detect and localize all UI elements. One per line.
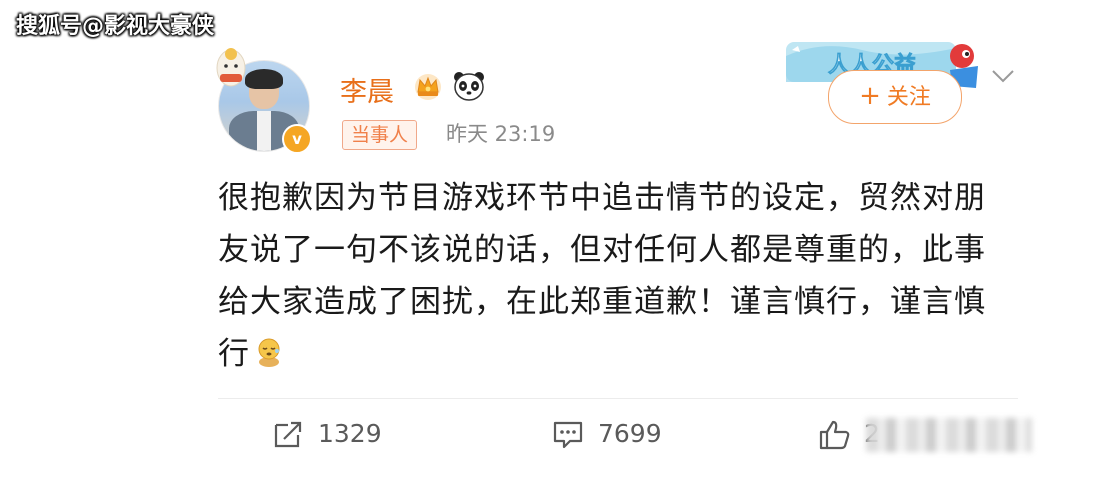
- follow-button[interactable]: + 关注: [828, 70, 962, 124]
- comment-count: 7699: [598, 419, 662, 448]
- share-count: 1329: [318, 419, 382, 448]
- post-body: 很抱歉因为节目游戏环节中追击情节的设定，贸然对朋友说了一句不该说的话，但对任何人…: [218, 180, 986, 372]
- verified-icon: v: [282, 124, 312, 154]
- weibo-post-card: 搜狐号@影视大豪侠 v 李晨 当事人 昨天 23:19 人人公益 + 关注 很抱…: [0, 0, 1108, 480]
- post-text: 很抱歉因为节目游戏环节中追击情节的设定，贸然对朋友说了一句不该说的话，但对任何人…: [218, 172, 1008, 380]
- watermark: 搜狐号@影视大豪侠: [16, 14, 215, 39]
- plus-icon: +: [859, 81, 881, 111]
- comment-icon: [553, 421, 583, 449]
- panda-icon: [454, 72, 484, 101]
- username[interactable]: 李晨: [340, 70, 394, 109]
- avatar[interactable]: v: [216, 48, 312, 154]
- avatar-pendant-icon: [216, 48, 246, 87]
- divider: [218, 398, 1018, 399]
- follow-label: 关注: [886, 85, 931, 110]
- crown-icon: [415, 74, 441, 100]
- post-time: 昨天 23:19: [446, 122, 556, 146]
- share-icon: [274, 421, 302, 448]
- sleepy-emoji-icon: [258, 338, 280, 367]
- blurred-like-count: [866, 418, 1032, 452]
- chevron-down-icon[interactable]: [990, 66, 1016, 86]
- like-icon: [819, 420, 850, 450]
- role-badge: 当事人: [342, 120, 418, 150]
